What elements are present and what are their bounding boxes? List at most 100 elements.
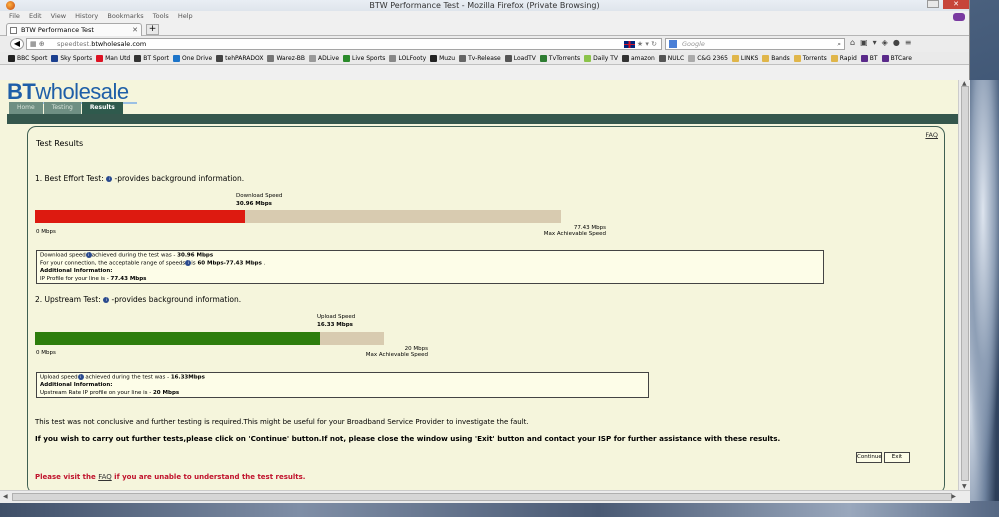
bookmark-item[interactable]: NULC xyxy=(658,55,684,62)
bookmark-item[interactable]: TvTorrents xyxy=(539,55,581,62)
bookmark-item[interactable]: Live Sports xyxy=(343,55,385,62)
dropdown-icon[interactable]: ▾ xyxy=(645,40,649,48)
menu-bookmarks[interactable]: Bookmarks xyxy=(107,12,143,20)
bookmark-item[interactable]: Torrents xyxy=(793,55,827,62)
menu-tools[interactable]: Tools xyxy=(153,12,169,20)
bookmark-icon xyxy=(504,55,512,62)
visit-text-a: Please visit the xyxy=(35,473,99,481)
new-tab-button[interactable]: + xyxy=(146,24,159,35)
ul-line3-a: Upstream Rate IP profile on your line is… xyxy=(40,389,153,396)
horizontal-scrollbar[interactable]: ◀ ▶ xyxy=(0,490,970,503)
abp-icon[interactable]: ● xyxy=(893,38,905,47)
further-tests-message: If you wish to carry out further tests,p… xyxy=(35,434,781,443)
bookmark-label: Rapid xyxy=(839,55,857,62)
bookmark-item[interactable]: Muzu xyxy=(430,55,455,62)
dl-line3-val: 77.43 Mbps xyxy=(110,275,147,282)
bt-wholesale-logo[interactable]: BTwholesale xyxy=(7,81,129,103)
bookmark-item[interactable]: BBC Sport xyxy=(8,55,47,62)
menu-view[interactable]: View xyxy=(51,12,66,20)
bookmark-item[interactable]: C&G 2365 xyxy=(688,55,728,62)
reload-icon[interactable]: ↻ xyxy=(651,40,657,48)
bookmark-star-icon[interactable]: ★ xyxy=(637,40,643,48)
tab-label: BTW Performance Test xyxy=(21,26,94,34)
search-box[interactable]: Google ⌕ xyxy=(665,38,845,50)
upload-min-label: 0 Mbps xyxy=(36,350,56,356)
vertical-scroll-thumb[interactable] xyxy=(961,86,969,481)
bookmark-item[interactable]: amazon xyxy=(621,55,655,62)
menu-file[interactable]: File xyxy=(9,12,20,20)
bookmark-label: TvTorrents xyxy=(548,55,581,62)
menu-icon[interactable]: ≡ xyxy=(905,38,917,47)
dl-line2-a: For your connection, the acceptable rang… xyxy=(40,260,186,267)
bookmark-label: ADLive xyxy=(318,55,340,62)
download-section-title: 1. Best Effort Test: i -provides backgro… xyxy=(35,174,244,183)
bookmark-item[interactable]: LINKS xyxy=(731,55,758,62)
continue-button[interactable]: Continue xyxy=(856,452,882,463)
vertical-scrollbar[interactable]: ▲ ▼ xyxy=(958,80,970,490)
url-prefix: speedtest. xyxy=(57,40,92,48)
faq-link[interactable]: FAQ xyxy=(925,131,938,139)
tab-btw-performance-test[interactable]: BTW Performance Test ✕ xyxy=(6,23,142,36)
results-title: Test Results xyxy=(36,139,84,148)
scroll-left-icon[interactable]: ◀ xyxy=(3,493,8,500)
bookmark-item[interactable]: LOLFooty xyxy=(389,55,426,62)
bookmark-item[interactable]: Warez-BB xyxy=(267,55,305,62)
menu-history[interactable]: History xyxy=(75,12,98,20)
scroll-right-icon[interactable]: ▶ xyxy=(951,493,956,500)
bookmark-label: Warez-BB xyxy=(276,55,306,62)
bookmark-item[interactable]: Sky Sports xyxy=(51,55,92,62)
bookmark-item[interactable]: Tv-Release xyxy=(459,55,501,62)
bookmark-item[interactable]: BT xyxy=(860,55,878,62)
bookmark-item[interactable]: LoadTV xyxy=(504,55,536,62)
back-button[interactable]: ◀ xyxy=(10,38,24,50)
bookmark-item[interactable]: BTCare xyxy=(881,55,912,62)
bookmark-item[interactable]: ADLive xyxy=(309,55,339,62)
bookmark-item[interactable]: Daily TV xyxy=(584,55,618,62)
menu-edit[interactable]: Edit xyxy=(29,12,42,20)
scroll-down-icon[interactable]: ▼ xyxy=(962,483,967,490)
title-bar: BTW Performance Test - Mozilla Firefox (… xyxy=(0,0,969,11)
tab-testing[interactable]: Testing xyxy=(43,102,81,114)
bookmark-icon xyxy=(51,55,59,62)
bookmark-label: C&G 2365 xyxy=(697,55,728,62)
site-identity-icon[interactable]: ▦ ⊕ xyxy=(30,39,45,49)
home-icon[interactable]: ⌂ xyxy=(850,38,860,47)
bookmark-label: LoadTV xyxy=(513,55,536,62)
page-icon xyxy=(10,27,17,34)
close-window-button[interactable]: ✕ xyxy=(943,0,969,9)
download-bar-track xyxy=(35,210,561,223)
visit-faq-link[interactable]: FAQ xyxy=(98,473,112,481)
visit-text-b: if you are unable to understand the test… xyxy=(111,473,306,481)
bookmark-item[interactable]: BT Sport xyxy=(134,55,169,62)
search-icon[interactable]: ⌕ xyxy=(837,39,841,49)
upload-info-line1: Upload speed i achieved during the test w… xyxy=(40,374,645,382)
horizontal-scroll-thumb[interactable] xyxy=(12,493,952,501)
tab-home[interactable]: Home xyxy=(9,102,43,114)
info-icon[interactable]: i xyxy=(106,176,113,182)
bookmark-item[interactable]: One Drive xyxy=(173,55,212,62)
bookmark-icon xyxy=(343,55,351,62)
bookmark-icon xyxy=(309,55,317,62)
results-panel: FAQ Test Results 1. Best Effort Test: i … xyxy=(27,126,945,490)
bookmark-icon xyxy=(731,55,739,62)
addon-icon[interactable]: ▣ xyxy=(860,38,873,47)
bookmark-label: Live Sports xyxy=(352,55,386,62)
dl-additional-info: Additional Information: xyxy=(40,268,113,274)
sync-icon[interactable]: ◈ xyxy=(882,38,893,47)
bookmark-icon xyxy=(881,55,889,62)
tab-close-icon[interactable]: ✕ xyxy=(132,24,138,36)
menu-help[interactable]: Help xyxy=(178,12,193,20)
download-info-line3: IP Profile for your line is - 77.43 Mbps xyxy=(40,276,820,284)
url-bar[interactable]: ▦ ⊕ speedtest.btwholesale.com ★ ▾ ↻ xyxy=(26,38,662,50)
bookmark-item[interactable]: Man Utd xyxy=(96,55,130,62)
info-icon[interactable]: i xyxy=(103,297,110,303)
bookmark-item[interactable]: tehPARADOX xyxy=(216,55,263,62)
tab-results[interactable]: Results xyxy=(81,102,123,114)
downloads-icon[interactable]: ▾ xyxy=(873,38,882,47)
bookmark-label: Daily TV xyxy=(593,55,618,62)
exit-button[interactable]: Exit xyxy=(884,452,910,463)
minimize-icon[interactable] xyxy=(927,0,939,8)
bookmark-item[interactable]: Rapid xyxy=(830,55,857,62)
bookmark-item[interactable]: Bands xyxy=(762,55,790,62)
bookmark-icon xyxy=(539,55,547,62)
